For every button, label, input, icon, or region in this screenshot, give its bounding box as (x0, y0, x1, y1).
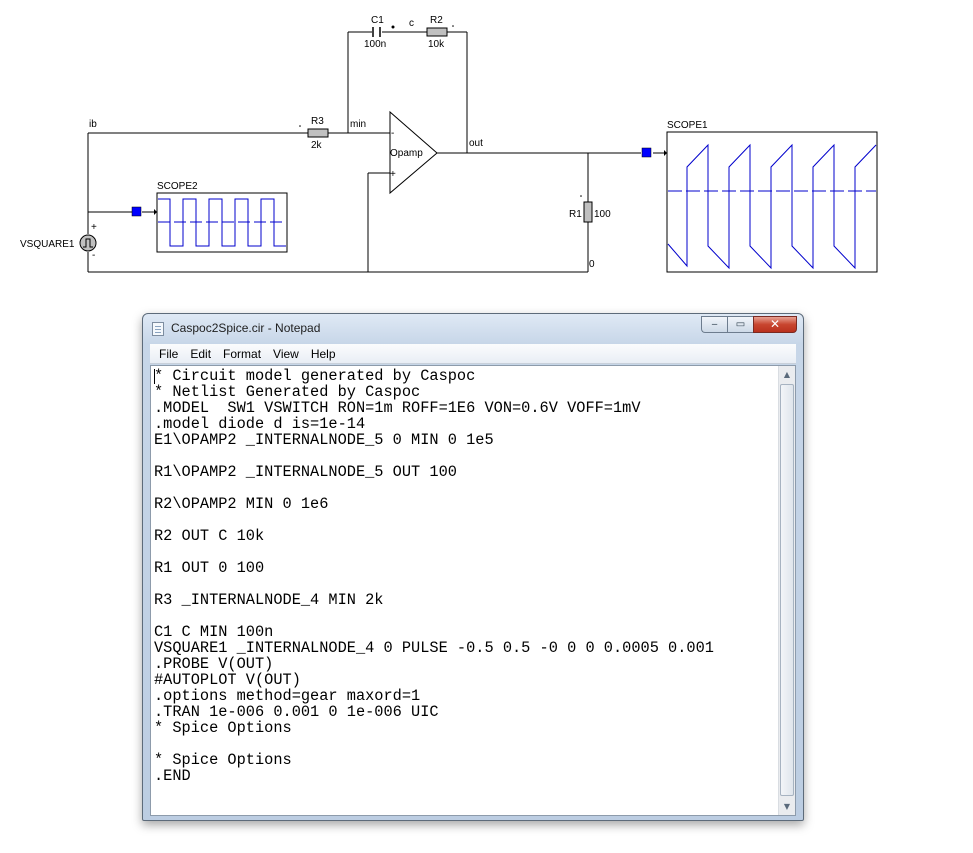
text-caret (154, 369, 155, 384)
source-name-label: VSQUARE1 (20, 239, 75, 250)
minimize-button[interactable]: ‒ (701, 316, 727, 333)
voltage-source-symbol (79, 234, 97, 252)
scrollbar-thumb[interactable] (780, 384, 794, 796)
source-minus-label: - (92, 250, 95, 261)
opamp-plus-label: + (390, 169, 396, 180)
text-editor[interactable]: * Circuit model generated by Caspoc * Ne… (150, 365, 796, 816)
editor-content[interactable]: * Circuit model generated by Caspoc * Ne… (154, 368, 776, 814)
r3-value-label: 2k (311, 140, 323, 151)
scroll-up-icon[interactable]: ▲ (779, 366, 795, 383)
close-button[interactable]: ✕ (753, 316, 797, 333)
window-title: Caspoc2Spice.cir - Notepad (171, 321, 321, 335)
window-controls: ‒ ▭ ✕ (701, 316, 797, 334)
node-c-label: c (409, 18, 414, 29)
opamp-name-label: Opamp (390, 148, 423, 159)
circuit-schematic: C1 100n c R2 10k R3 2k min ib - + Opamp … (20, 15, 878, 273)
resistor-r2 (426, 27, 448, 37)
resistor-r1 (583, 201, 593, 223)
scroll-down-icon[interactable]: ▼ (779, 798, 795, 815)
scope1-display (666, 131, 878, 273)
notepad-window: Caspoc2Spice.cir - Notepad ‒ ▭ ✕ File Ed… (142, 313, 804, 821)
menu-format[interactable]: Format (217, 345, 267, 363)
node-out-label: out (469, 138, 483, 149)
menu-view[interactable]: View (267, 345, 305, 363)
ground-node-label: 0 (589, 259, 595, 270)
notepad-icon (152, 322, 164, 336)
r2-value-label: 10k (428, 39, 445, 50)
r2-name-label: R2 (430, 15, 443, 26)
capacitor-c1 (372, 27, 381, 37)
node-ib-label: ib (89, 119, 97, 130)
scope1-probe (641, 147, 652, 158)
c1-value-label: 100n (364, 39, 386, 50)
node-dot (391, 25, 395, 29)
node-dot (299, 125, 301, 127)
r1-value-label: 100 (594, 209, 611, 220)
scope2-probe (131, 206, 142, 217)
node-dot (452, 25, 454, 27)
maximize-button[interactable]: ▭ (727, 316, 753, 333)
scope2-name-label: SCOPE2 (157, 181, 198, 192)
r3-name-label: R3 (311, 116, 324, 127)
opamp-minus-label: - (391, 128, 394, 139)
r1-name-label: R1 (569, 209, 582, 220)
node-min-label: min (350, 119, 366, 130)
node-dot (580, 195, 582, 197)
menu-file[interactable]: File (153, 345, 184, 363)
resistor-r3 (307, 128, 329, 138)
menu-edit[interactable]: Edit (184, 345, 217, 363)
source-plus-label: + (91, 222, 97, 233)
scope1-name-label: SCOPE1 (667, 120, 708, 131)
vertical-scrollbar[interactable]: ▲ ▼ (778, 366, 795, 815)
title-bar[interactable]: Caspoc2Spice.cir - Notepad ‒ ▭ ✕ (143, 314, 803, 342)
c1-name-label: C1 (371, 15, 384, 26)
menu-help[interactable]: Help (305, 345, 342, 363)
menu-bar: File Edit Format View Help (150, 344, 796, 364)
